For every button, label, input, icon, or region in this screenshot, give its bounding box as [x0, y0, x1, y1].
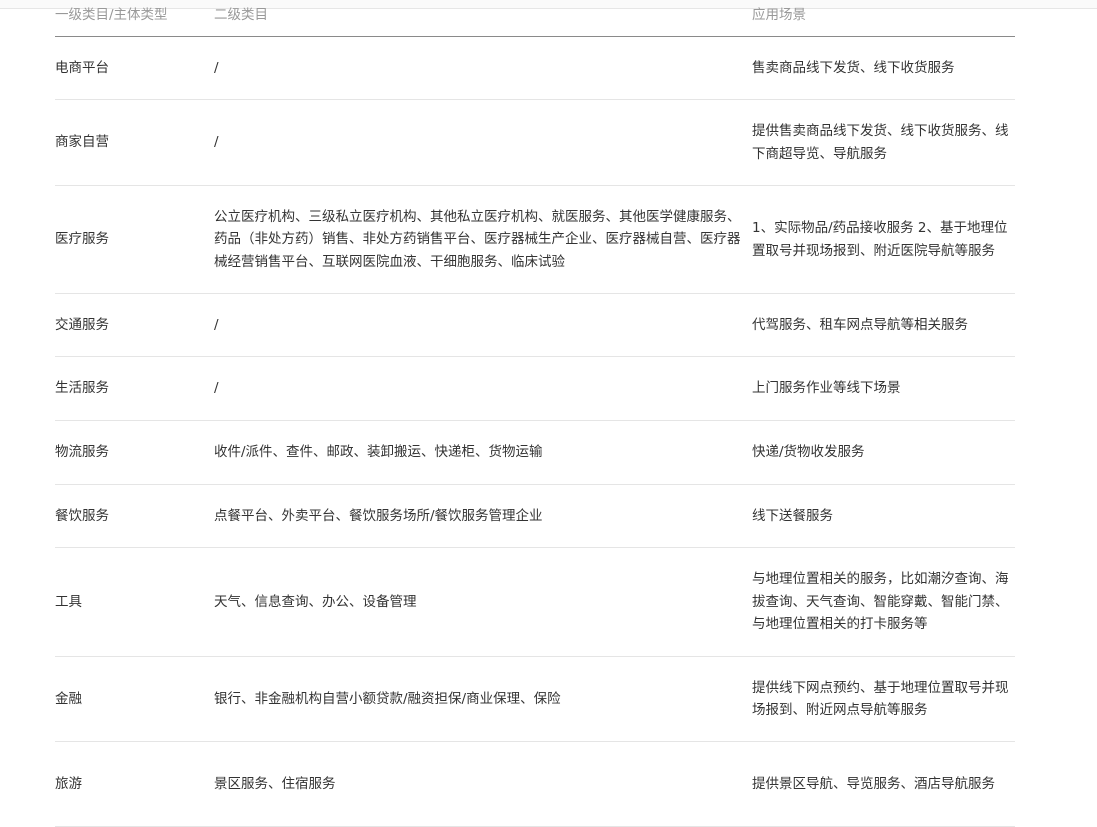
cell-use-case: 线下送餐服务: [752, 507, 833, 524]
table-row: 金融 银行、非金融机构自营小额贷款/融资担保/商业保理、保险 提供线下网点预约、…: [55, 657, 1015, 742]
table-row: 电商平台 / 售卖商品线下发货、线下收货服务: [55, 37, 1015, 100]
cell-primary-category: 生活服务: [55, 380, 109, 397]
cell-secondary-category: /: [214, 316, 219, 333]
table-row: 物流服务 收件/派件、查件、邮政、装卸搬运、快递柜、货物运输 快递/货物收发服务: [55, 421, 1015, 485]
cell-secondary-category: 景区服务、住宿服务: [214, 775, 336, 792]
table-row: 商家自营 / 提供售卖商品线下发货、线下收货服务、线下商超导览、导航服务: [55, 100, 1015, 186]
cell-primary-category: 工具: [55, 593, 82, 610]
cell-use-case: 提供景区导航、导览服务、酒店导航服务: [752, 775, 995, 792]
cell-use-case: 与地理位置相关的服务，比如潮汐查询、海拔查询、天气查询、智能穿戴、智能门禁、与地…: [752, 571, 1009, 633]
header-secondary-category: 二级类目: [214, 7, 268, 23]
cell-primary-category: 医疗服务: [55, 231, 109, 248]
cell-secondary-category: 收件/派件、查件、邮政、装卸搬运、快递柜、货物运输: [214, 444, 543, 461]
header-primary-category: 一级类目/主体类型: [55, 7, 168, 23]
cell-secondary-category: 天气、信息查询、办公、设备管理: [214, 593, 417, 610]
cell-secondary-category: /: [214, 59, 219, 76]
cell-secondary-category: 点餐平台、外卖平台、餐饮服务场所/餐饮服务管理企业: [214, 507, 543, 524]
cell-primary-category: 餐饮服务: [55, 507, 109, 524]
cell-use-case: 快递/货物收发服务: [752, 444, 865, 461]
header-use-case: 应用场景: [752, 7, 806, 23]
table-row: 旅游 景区服务、住宿服务 提供景区导航、导览服务、酒店导航服务: [55, 742, 1015, 827]
table-row: 医疗服务 公立医疗机构、三级私立医疗机构、其他私立医疗机构、就医服务、其他医学健…: [55, 186, 1015, 294]
cell-primary-category: 交通服务: [55, 316, 109, 333]
cell-primary-category: 商家自营: [55, 134, 109, 151]
cell-primary-category: 旅游: [55, 775, 82, 792]
table-row: 餐饮服务 点餐平台、外卖平台、餐饮服务场所/餐饮服务管理企业 线下送餐服务: [55, 485, 1015, 548]
cell-use-case: 售卖商品线下发货、线下收货服务: [752, 59, 955, 76]
cell-secondary-category: /: [214, 380, 219, 397]
cell-primary-category: 电商平台: [55, 59, 109, 76]
cell-primary-category: 物流服务: [55, 444, 109, 461]
cell-secondary-category: 公立医疗机构、三级私立医疗机构、其他私立医疗机构、就医服务、其他医学健康服务、药…: [214, 208, 741, 270]
cell-secondary-category: /: [214, 134, 219, 151]
cell-use-case: 提供售卖商品线下发货、线下收货服务、线下商超导览、导航服务: [752, 123, 1009, 162]
cell-use-case: 代驾服务、租车网点导航等相关服务: [752, 316, 968, 333]
cell-use-case: 提供线下网点预约、基于地理位置取号并现场报到、附近网点导航等服务: [752, 679, 1009, 719]
table-header: 一级类目/主体类型 二级类目 应用场景: [55, 0, 1015, 37]
cell-secondary-category: 银行、非金融机构自营小额贷款/融资担保/商业保理、保险: [214, 690, 561, 707]
category-table: 一级类目/主体类型 二级类目 应用场景 电商平台 / 售卖商品线下发货、线下收货…: [55, 0, 1015, 827]
cell-primary-category: 金融: [55, 690, 82, 707]
table-row: 交通服务 / 代驾服务、租车网点导航等相关服务: [55, 294, 1015, 357]
cell-use-case: 1、实际物品/药品接收服务 2、基于地理位置取号并现场报到、附近医院导航等服务: [752, 220, 1008, 259]
table-row: 生活服务 / 上门服务作业等线下场景: [55, 357, 1015, 421]
cell-use-case: 上门服务作业等线下场景: [752, 380, 901, 397]
table-row: 工具 天气、信息查询、办公、设备管理 与地理位置相关的服务，比如潮汐查询、海拔查…: [55, 548, 1015, 657]
